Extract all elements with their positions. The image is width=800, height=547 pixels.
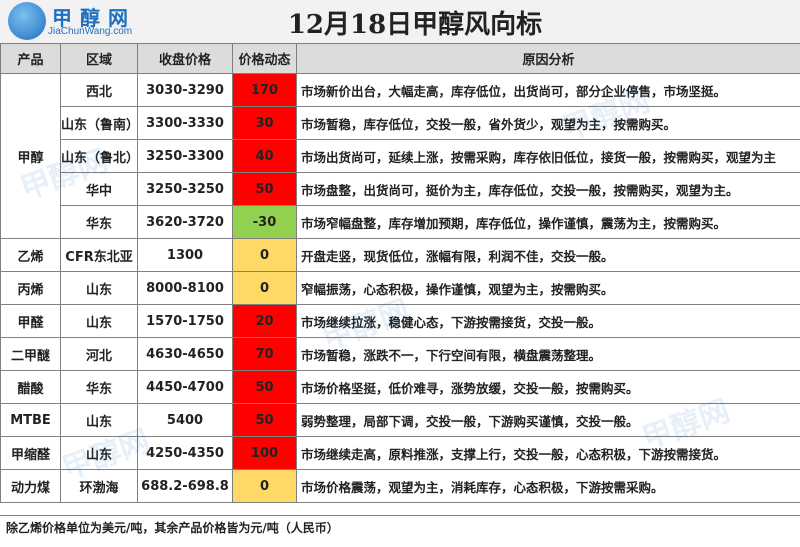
price-table: 产品 区域 收盘价格 价格动态 原因分析 甲醇 西北 3030-3290 170… [0,43,800,503]
product-cell: 二甲醚 [0,337,61,371]
header-change: 价格动态 [232,43,297,74]
product-cell: 乙烯 [0,238,61,272]
change-cell: 100 [232,436,297,470]
change-cell: 40 [232,139,297,173]
price-cell: 8000-8100 [137,271,233,305]
header-analysis: 原因分析 [296,43,800,74]
change-cell: 50 [232,172,297,206]
region-cell: 华东 [60,370,138,404]
logo-icon [8,2,46,40]
price-cell: 5400 [137,403,233,437]
change-cell: 50 [232,403,297,437]
price-cell: 3030-3290 [137,73,233,107]
analysis-cell: 弱势整理，局部下调，交投一般，下游购买谨慎，交投一般。 [296,403,800,437]
change-cell: 70 [232,337,297,371]
analysis-cell: 市场暂稳，库存低位，交投一般，省外货少，观望为主，按需购买。 [296,106,800,140]
table-row: 华东 3620-3720 -30 市场窄幅盘整，库存增加预期，库存低位，操作谨慎… [1,205,800,239]
table-header-row: 产品 区域 收盘价格 价格动态 原因分析 [0,43,800,74]
product-cell: 丙烯 [0,271,61,305]
region-cell: 山东 [60,271,138,305]
table-row: 山东（鲁北） 3250-3300 40 市场出货尚可，延续上涨，按需采购，库存依… [1,139,800,173]
product-cell: 甲缩醛 [0,436,61,470]
analysis-cell: 市场出货尚可，延续上涨，按需采购，库存依旧低位，接货一般，按需购买，观望为主 [296,139,800,173]
region-cell: 山东 [60,304,138,338]
region-cell: 西北 [60,73,138,107]
change-cell: 30 [232,106,297,140]
table-row: 甲醛 山东 1570-1750 20 市场继续拉涨，稳健心态，下游按需接货，交投… [0,304,800,338]
logo[interactable]: 甲醇网 JiaChunWang.com [8,2,156,40]
table-row: 醋酸 华东 4450-4700 50 市场价格坚挺，低价难寻，涨势放缓，交投一般… [0,370,800,404]
price-cell: 3250-3250 [137,172,233,206]
price-cell: 1570-1750 [137,304,233,338]
price-cell: 4450-4700 [137,370,233,404]
analysis-cell: 窄幅振荡，心态积极，操作谨慎，观望为主，按需购买。 [296,271,800,305]
title-bar: 甲醇网 JiaChunWang.com 12月18日甲醇风向标 [0,0,800,44]
header-price: 收盘价格 [137,43,233,74]
region-cell: 山东（鲁南） [60,106,138,140]
change-cell: 0 [232,469,297,503]
analysis-cell: 市场价格震荡，观望为主，消耗库存，心态积极，下游按需采购。 [296,469,800,503]
table-row: 甲醇 西北 3030-3290 170 市场新价出台，大幅走高，库存低位，出货尚… [0,73,800,239]
region-cell: 河北 [60,337,138,371]
analysis-cell: 市场继续走高，原料推涨，支撑上行，交投一般，心态积极，下游按需接货。 [296,436,800,470]
table-row: 山东（鲁南） 3300-3330 30 市场暂稳，库存低位，交投一般，省外货少，… [1,106,800,140]
region-cell: 华中 [60,172,138,206]
product-cell: 甲醇 [0,73,61,239]
header-product: 产品 [0,43,61,74]
change-cell: 0 [232,238,297,272]
logo-name-en: JiaChunWang.com [48,26,133,37]
analysis-cell: 市场盘整，出货尚可，挺价为主，库存低位，交投一般，按需购买，观望为主。 [296,172,800,206]
analysis-cell: 市场价格坚挺，低价难寻，涨势放缓，交投一般，按需购买。 [296,370,800,404]
price-cell: 3300-3330 [137,106,233,140]
footer-note: 除乙烯价格单位为美元/吨，其余产品价格皆为元/吨（人民币） [0,515,800,547]
region-cell: 环渤海 [60,469,138,503]
table-row: 甲缩醛 山东 4250-4350 100 市场继续走高，原料推涨，支撑上行，交投… [0,436,800,470]
change-cell: -30 [232,205,297,239]
table-body: 甲醇 西北 3030-3290 170 市场新价出台，大幅走高，库存低位，出货尚… [0,73,800,503]
price-cell: 688.2-698.8 [137,469,233,503]
table-row: 华中 3250-3250 50 市场盘整，出货尚可，挺价为主，库存低位，交投一般… [1,172,800,206]
analysis-cell: 开盘走竖，现货低位，涨幅有限，利润不佳，交投一般。 [296,238,800,272]
change-cell: 0 [232,271,297,305]
table-row: 动力煤 环渤海 688.2-698.8 0 市场价格震荡，观望为主，消耗库存，心… [0,469,800,503]
table-row: MTBE 山东 5400 50 弱势整理，局部下调，交投一般，下游购买谨慎，交投… [0,403,800,437]
header-region: 区域 [60,43,138,74]
region-cell: 山东（鲁北） [60,139,138,173]
change-cell: 50 [232,370,297,404]
region-cell: CFR东北亚 [60,238,138,272]
region-cell: 山东 [60,436,138,470]
product-cell: MTBE [0,403,61,437]
table-row: 丙烯 山东 8000-8100 0 窄幅振荡，心态积极，操作谨慎，观望为主，按需… [0,271,800,305]
analysis-cell: 市场暂稳，涨跌不一，下行空间有限，横盘震荡整理。 [296,337,800,371]
table-row: 二甲醚 河北 4630-4650 70 市场暂稳，涨跌不一，下行空间有限，横盘震… [0,337,800,371]
price-cell: 1300 [137,238,233,272]
product-cell: 动力煤 [0,469,61,503]
page: 甲醇网 JiaChunWang.com 12月18日甲醇风向标 产品 区域 收盘… [0,0,800,547]
page-title: 12月18日甲醇风向标 [287,10,543,40]
price-cell: 4630-4650 [137,337,233,371]
product-cell: 甲醛 [0,304,61,338]
analysis-cell: 市场新价出台，大幅走高，库存低位，出货尚可，部分企业停售，市场坚挺。 [296,73,800,107]
price-cell: 4250-4350 [137,436,233,470]
change-cell: 20 [232,304,297,338]
price-cell: 3250-3300 [137,139,233,173]
region-cell: 华东 [60,205,138,239]
analysis-cell: 市场窄幅盘整，库存增加预期，库存低位，操作谨慎，震荡为主，按需购买。 [296,205,800,239]
change-cell: 170 [232,73,297,107]
analysis-cell: 市场继续拉涨，稳健心态，下游按需接货，交投一般。 [296,304,800,338]
price-cell: 3620-3720 [137,205,233,239]
table-row: 乙烯 CFR东北亚 1300 0 开盘走竖，现货低位，涨幅有限，利润不佳，交投一… [0,238,800,272]
product-cell: 醋酸 [0,370,61,404]
region-cell: 山东 [60,403,138,437]
